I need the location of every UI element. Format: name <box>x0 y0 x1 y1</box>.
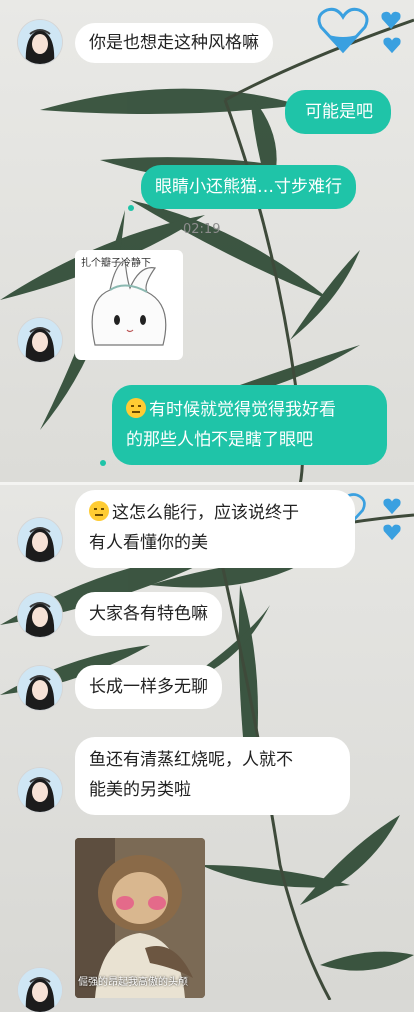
avatar[interactable] <box>18 968 62 1012</box>
cat-photo-sticker-image[interactable]: 倔强的昂起我高傲的头颅 <box>75 838 205 998</box>
sticker-caption: 扎个瓣子冷静下 <box>81 258 151 269</box>
message-text-line: 能美的另类啦 <box>89 780 191 800</box>
message-timestamp: 02:19 <box>183 222 221 237</box>
message-text: 大家各有特色嘛 <box>89 604 208 624</box>
read-indicator-dot <box>100 460 106 466</box>
avatar[interactable] <box>18 518 62 562</box>
read-indicator-dot <box>128 205 134 211</box>
heart-icon <box>383 524 401 541</box>
heart-icon <box>317 7 369 54</box>
message-text-line: 鱼还有清蒸红烧呢，人就不 <box>89 750 293 770</box>
sticker-caption: 倔强的昂起我高傲的头颅 <box>78 977 188 988</box>
message-text: 可能是吧 <box>305 102 373 122</box>
avatar[interactable] <box>18 768 62 812</box>
cat-sticker-image[interactable]: 扎个瓣子冷静下 <box>75 250 183 360</box>
confused-emoji-icon <box>89 501 109 521</box>
message-text-line: 这怎么能行，应该说终于 <box>112 503 299 523</box>
avatar[interactable] <box>18 20 62 64</box>
message-bubble[interactable]: 有时候就觉得觉得我好看 的那些人怕不是瞎了眼吧 <box>112 385 387 465</box>
message-text-line: 有时候就觉得觉得我好看 <box>149 400 336 420</box>
heart-icon <box>381 11 401 30</box>
heart-icon <box>383 498 401 515</box>
message-text: 你是也想走这种风格嘛 <box>89 33 259 53</box>
message-text-line: 的那些人怕不是瞎了眼吧 <box>126 430 313 450</box>
message-text-line: 有人看懂你的美 <box>89 533 208 553</box>
heart-icon <box>383 37 401 54</box>
message-text: 长成一样多无聊 <box>89 677 208 697</box>
message-bubble[interactable]: 眼睛小还熊猫…寸步难行 <box>141 165 356 209</box>
message-bubble[interactable]: 鱼还有清蒸红烧呢，人就不 能美的另类啦 <box>75 737 350 815</box>
avatar[interactable] <box>18 666 62 710</box>
avatar[interactable] <box>18 593 62 637</box>
expressionless-emoji-icon <box>126 398 146 418</box>
message-bubble[interactable]: 长成一样多无聊 <box>75 665 222 709</box>
message-bubble[interactable]: 你是也想走这种风格嘛 <box>75 23 273 63</box>
message-bubble[interactable]: 这怎么能行，应该说终于 有人看懂你的美 <box>75 490 355 568</box>
avatar[interactable] <box>18 318 62 362</box>
message-bubble[interactable]: 可能是吧 <box>285 90 391 134</box>
message-text: 眼睛小还熊猫…寸步难行 <box>155 177 342 197</box>
message-bubble[interactable]: 大家各有特色嘛 <box>75 592 222 636</box>
chat-panel-top: 你是也想走这种风格嘛 可能是吧 眼睛小还熊猫…寸步难行 02:19 扎个瓣子冷静… <box>0 0 414 485</box>
